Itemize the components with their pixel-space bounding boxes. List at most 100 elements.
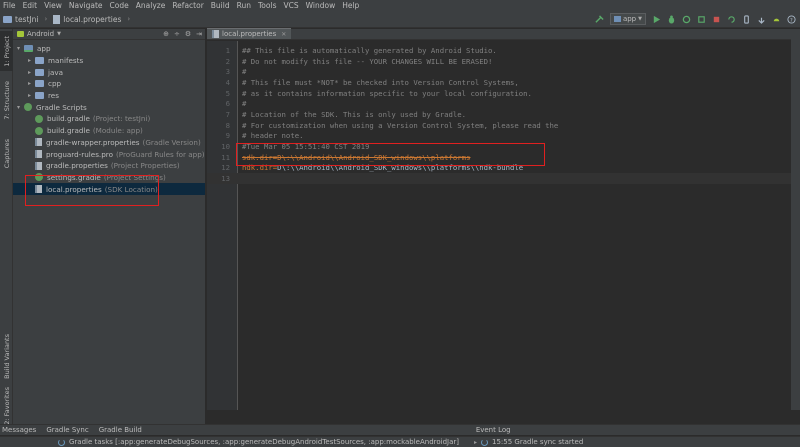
tree-item[interactable]: gradle.properties (Project Properties): [13, 160, 205, 172]
editor-tabs: local.properties ✕: [207, 28, 800, 40]
line-number: 1: [225, 45, 230, 55]
expand-toggle-icon[interactable]: ▾: [17, 45, 24, 52]
tree-item[interactable]: build.gradle (Module: app): [13, 125, 205, 137]
menu-vcs[interactable]: VCS: [283, 1, 298, 10]
expand-toggle-icon[interactable]: ▾: [17, 104, 24, 111]
code-content: #: [235, 99, 246, 108]
menu-file[interactable]: File: [3, 1, 16, 10]
debug-icon[interactable]: [667, 14, 676, 24]
run-configuration-select[interactable]: app ▼: [609, 13, 646, 25]
tab-gradle-sync[interactable]: Gradle Sync: [41, 426, 93, 434]
expand-toggle-icon[interactable]: ▸: [28, 57, 35, 64]
sync-spinner-icon: [481, 438, 489, 446]
profile-icon[interactable]: [682, 15, 691, 24]
tree-item[interactable]: ▸ cpp: [13, 78, 205, 90]
code-line: 6 #: [207, 98, 800, 109]
bottom-tool-tabs: Messages Gradle Sync Gradle Build Event …: [0, 424, 800, 435]
code-content: # header note.: [235, 131, 304, 140]
hammer-icon[interactable]: [595, 14, 604, 24]
sync-project-icon[interactable]: [727, 15, 736, 24]
comment-text: # Location of the SDK. This is only used…: [242, 109, 467, 119]
line-number: 2: [225, 56, 230, 66]
tab-messages[interactable]: Messages: [0, 426, 41, 434]
highlight-box-ndk-dir: [236, 143, 545, 166]
line-number: 13: [221, 174, 230, 184]
code-line: 1 ## This file is automatically generated…: [207, 45, 800, 56]
stop-icon[interactable]: [712, 15, 721, 24]
tree-item[interactable]: proguard-rules.pro (ProGuard Rules for ap…: [13, 148, 205, 160]
tree-item[interactable]: ▸ java: [13, 66, 205, 78]
menu-window[interactable]: Window: [306, 1, 336, 10]
comment-text: #: [242, 67, 247, 77]
left-tool-strip: 1: Project 7: Structure Captures Build V…: [0, 29, 13, 426]
tree-item[interactable]: ▾ Gradle Scripts: [13, 101, 205, 113]
tree-item[interactable]: build.gradle (Project: testJni): [13, 113, 205, 125]
tab-favorites[interactable]: 2: Favorites: [0, 387, 13, 425]
tab-captures[interactable]: Captures: [0, 137, 13, 171]
tab-structure[interactable]: 7: Structure: [0, 79, 13, 121]
code-line: 2 # Do not modify this file -- YOUR CHANG…: [207, 56, 800, 67]
breadcrumb-file[interactable]: local.properties ›: [53, 14, 130, 24]
run-icon[interactable]: [652, 15, 661, 24]
project-view-mode[interactable]: Android: [27, 30, 54, 38]
gear-icon[interactable]: ⚙: [185, 30, 191, 38]
tree-item[interactable]: gradle-wrapper.properties (Gradle Version…: [13, 137, 205, 149]
expand-toggle-icon[interactable]: ▸: [28, 92, 35, 99]
menu-run[interactable]: Run: [237, 1, 251, 10]
line-number: 3: [225, 67, 230, 77]
tree-item[interactable]: ▸ manifests: [13, 55, 205, 67]
properties-icon: [35, 161, 42, 170]
tab-build-variants[interactable]: Build Variants: [0, 329, 13, 383]
code-content: # This file must *NOT* be checked into V…: [235, 78, 519, 87]
project-panel: Android ▼ ⊕ ÷ ⚙ ⇥ ▾ app ▸ manifests ▸ java ▸ cp…: [13, 29, 206, 426]
tab-project-label: 1: Project: [2, 35, 11, 67]
menu-help[interactable]: Help: [342, 1, 359, 10]
collapse-all-icon[interactable]: ÷: [174, 30, 180, 38]
chevron-down-icon[interactable]: ▼: [57, 31, 61, 37]
hide-icon[interactable]: ⇥: [196, 30, 202, 38]
tree-item[interactable]: ▾ app: [13, 43, 205, 55]
menu-view[interactable]: View: [44, 1, 62, 10]
folder-icon: [3, 15, 12, 23]
menu-edit[interactable]: Edit: [23, 1, 38, 10]
menu-refactor[interactable]: Refactor: [172, 1, 203, 10]
folder-icon: [35, 68, 44, 76]
tree-item-label: build.gradle: [47, 114, 90, 124]
line-number: 4: [225, 77, 230, 87]
android-device-monitor-icon[interactable]: [772, 15, 781, 24]
editor-tab-local-properties[interactable]: local.properties ✕: [207, 28, 292, 39]
status-tasks-text: Gradle tasks [:app:generateDebugSources,…: [69, 438, 460, 446]
expand-toggle-icon[interactable]: ▸: [28, 80, 35, 87]
sdk-manager-icon[interactable]: [757, 15, 766, 24]
avd-manager-icon[interactable]: [742, 14, 751, 24]
folder-icon: [35, 57, 44, 65]
code-content: # Do not modify this file -- YOUR CHANGE…: [235, 57, 492, 66]
attach-debugger-icon[interactable]: [697, 15, 706, 24]
scroll-from-source-icon[interactable]: ⊕: [163, 30, 169, 38]
file-icon: [53, 14, 61, 24]
menu-build[interactable]: Build: [211, 1, 230, 10]
line-number: 7: [225, 109, 230, 119]
comment-text: # header note.: [242, 131, 304, 141]
comment-text: ## This file is automatically generated …: [242, 45, 497, 55]
menu-analyze[interactable]: Analyze: [136, 1, 166, 10]
tab-build-variants-label: Build Variants: [2, 333, 11, 379]
menu-tools[interactable]: Tools: [258, 1, 276, 10]
tree-item-secondary: (Project: testJni): [92, 114, 151, 124]
tree-item[interactable]: ▸ res: [13, 90, 205, 102]
close-icon[interactable]: ✕: [281, 31, 286, 38]
highlight-box-local-properties: [25, 175, 159, 206]
expand-toggle-icon[interactable]: ▸: [28, 69, 35, 76]
menu-code[interactable]: Code: [110, 1, 129, 10]
tab-gradle-build[interactable]: Gradle Build: [94, 426, 147, 434]
folder-icon: [35, 92, 44, 100]
editor-tab-label: local.properties: [222, 30, 277, 38]
comment-text: #: [242, 99, 247, 109]
code-line: 4 # This file must *NOT* be checked into …: [207, 77, 800, 88]
menu-navigate[interactable]: Navigate: [69, 1, 103, 10]
tab-event-log[interactable]: Event Log: [471, 426, 516, 434]
help-icon[interactable]: ?: [787, 14, 796, 24]
breadcrumb-project[interactable]: testJni ›: [3, 15, 47, 24]
status-event[interactable]: ▸ 15:55 Gradle sync started: [474, 438, 583, 446]
tab-project[interactable]: 1: Project: [0, 31, 13, 71]
